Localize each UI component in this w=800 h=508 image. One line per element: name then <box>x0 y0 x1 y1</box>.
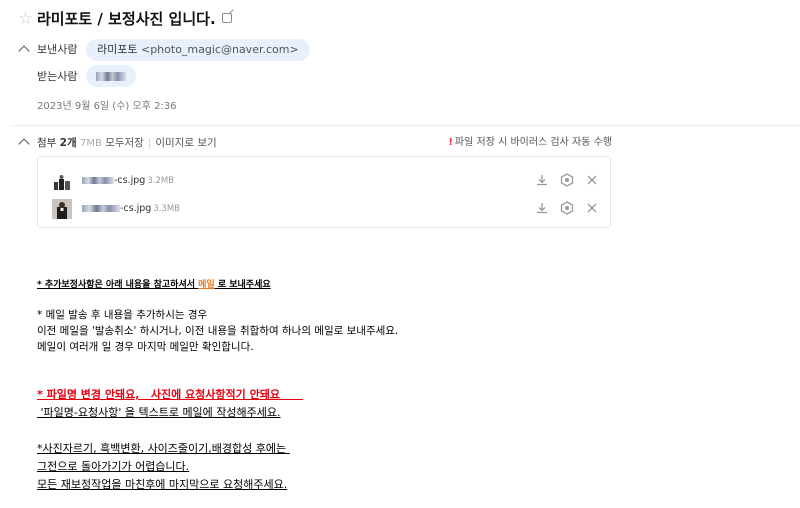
sender-label: 보낸사람 <box>37 43 78 56</box>
subject-text: 라미포토 / 보정사진 입니다. <box>37 10 216 28</box>
paragraph-3: *사진자르기, 흑백변환, 사이즈줄이기,배경합성 후에는 그전으로 돌아가기가… <box>37 440 290 494</box>
header-divider <box>10 125 800 126</box>
filename-redacted <box>82 205 120 212</box>
paragraph-1: * 메일 발송 후 내용을 추가하시는 경우 이전 메일을 '발송취소' 하시거… <box>37 307 398 355</box>
view-as-image-button[interactable]: 이미지로 보기 <box>155 137 216 149</box>
save-all-button[interactable]: 모두저장 <box>105 137 144 149</box>
attachment-list: -cs.jpg 3.2MB -cs.jpg 3.3MB <box>37 156 611 228</box>
attachment-filename: -cs.jpg 3.2MB <box>82 175 174 186</box>
download-icon[interactable] <box>534 201 550 217</box>
image-thumbnail-icon <box>52 171 72 191</box>
notice-highlight: 메일 <box>198 280 215 290</box>
filename-suffix: -cs.jpg <box>114 175 146 186</box>
collapse-recipients-chevron-icon[interactable] <box>18 45 30 57</box>
notice-suffix: 로 보내주세요 <box>214 280 271 290</box>
p1-line3: 메일이 여러개 일 경우 마지막 메일만 확인합니다. <box>37 341 254 353</box>
recipient-chip[interactable] <box>86 65 136 87</box>
file-size: 3.2MB <box>147 176 175 186</box>
p3-line3: 모든 재보정작업을 마친후에 마지막으로 요청해주세요. <box>37 478 288 491</box>
download-icon[interactable] <box>534 173 550 189</box>
notice-prefix: * 추가보정사항은 아래 내용을 참고하셔서 <box>37 280 199 290</box>
p3-line2: 그전으로 돌아가기가 어렵습니다. <box>37 460 190 473</box>
collapse-attachments-chevron-icon[interactable] <box>18 138 30 150</box>
red-warning-line: * 파일명 변경 안돼요, 사진에 요청사항적기 안돼요 <box>37 388 303 401</box>
p1-line2: 이전 메일을 '발송취소' 하시거나, 이전 내용을 취합하여 하나의 메일로 … <box>37 325 399 337</box>
close-icon[interactable] <box>584 173 600 189</box>
filename-redacted <box>82 177 114 184</box>
warning-icon: ! <box>448 137 453 148</box>
external-link-icon[interactable] <box>221 13 232 23</box>
paragraph-2: '파일명-요청사항' 을 텍스트로 메일에 작성해주세요. <box>37 406 281 419</box>
sender-name: 라미포토 <box>97 43 138 56</box>
star-icon[interactable]: ☆ <box>18 10 33 28</box>
attachments-count: 2개 <box>59 137 77 149</box>
attachment-filename: -cs.jpg 3.3MB <box>82 203 180 214</box>
p3-line1: *사진자르기, 흑백변환, 사이즈줄이기,배경합성 후에는 <box>37 442 290 455</box>
shield-scan-icon[interactable] <box>559 173 575 189</box>
image-thumbnail-icon <box>52 199 72 219</box>
sender-chip[interactable]: 라미포토 <photo_magic@naver.com> <box>86 39 310 61</box>
attachments-label: 첨부 <box>37 137 57 149</box>
filename-suffix: -cs.jpg <box>120 203 152 214</box>
attachments-total-size: 7MB <box>79 138 102 149</box>
sent-date: 2023년 9월 6일 (수) 오후 2:36 <box>37 101 177 112</box>
close-icon[interactable] <box>584 201 600 217</box>
sender-email: <photo_magic@naver.com> <box>140 43 299 56</box>
notice-line: * 추가보정사항은 아래 내용을 참고하셔서 메일 로 보내주세요 <box>37 277 271 290</box>
attachments-bar: 첨부 2개 7MB 모두저장 | 이미지로 보기 <box>37 136 217 151</box>
attachment-item[interactable]: -cs.jpg 3.2MB <box>52 169 597 193</box>
separator: | <box>147 137 152 149</box>
p1-line1: * 메일 발송 후 내용을 추가하시는 경우 <box>37 309 208 321</box>
file-size: 3.3MB <box>153 204 181 214</box>
shield-scan-icon[interactable] <box>559 201 575 217</box>
virus-scan-text: 파일 저장 시 바이러스 검사 자동 수행 <box>454 137 612 148</box>
recipient-label: 받는사람 <box>37 70 78 83</box>
email-subject: 라미포토 / 보정사진 입니다. <box>37 9 232 29</box>
attachment-item[interactable]: -cs.jpg 3.3MB <box>52 197 597 221</box>
recipient-redacted <box>96 71 126 81</box>
virus-scan-notice: ! 파일 저장 시 바이러스 검사 자동 수행 <box>448 136 612 150</box>
